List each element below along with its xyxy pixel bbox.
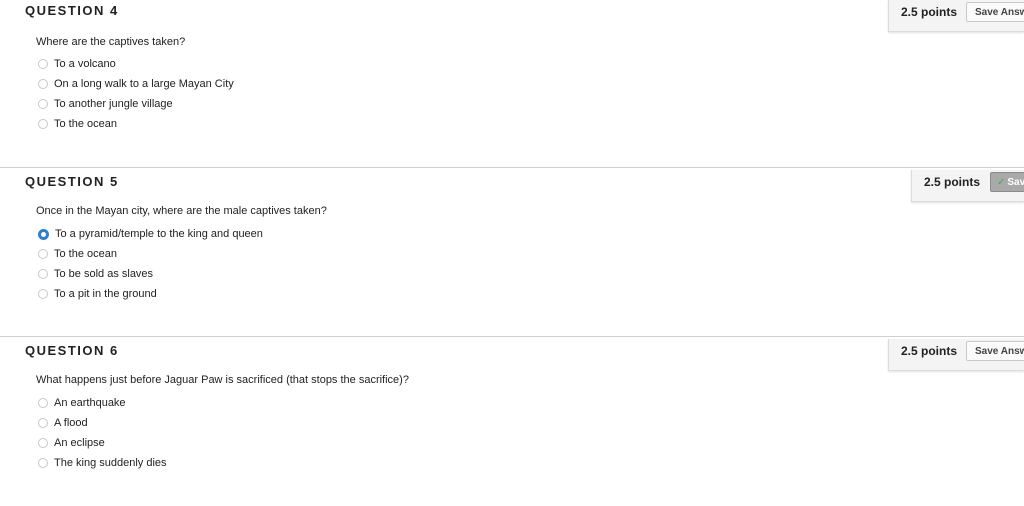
answer-option[interactable]: To be sold as slaves [38, 264, 263, 284]
answer-label: The king suddenly dies [54, 457, 167, 469]
answer-option[interactable]: A flood [38, 413, 167, 433]
radio-button[interactable] [38, 269, 48, 279]
question-title: QUESTION 6 [25, 343, 119, 358]
save-answer-button[interactable]: Save Answer [966, 2, 1024, 22]
answer-options: An earthquake A flood An eclipse The kin… [38, 393, 167, 473]
answer-label: An eclipse [54, 437, 105, 449]
radio-button[interactable] [38, 59, 48, 69]
radio-button[interactable] [38, 249, 48, 259]
answer-label: A flood [54, 417, 88, 429]
answer-label: An earthquake [54, 397, 126, 409]
radio-button[interactable] [38, 418, 48, 428]
radio-button-selected[interactable] [38, 228, 49, 240]
answer-label: To a pyramid/temple to the king and quee… [55, 228, 263, 240]
answer-label: To the ocean [54, 118, 117, 130]
saved-answer-button[interactable]: ✓Saved [990, 172, 1024, 192]
answer-options: To a pyramid/temple to the king and quee… [38, 224, 263, 304]
answer-label: On a long walk to a large Mayan City [54, 78, 234, 90]
answer-option[interactable]: On a long walk to a large Mayan City [38, 74, 234, 94]
radio-button[interactable] [38, 289, 48, 299]
question-title: QUESTION 4 [25, 3, 119, 18]
points-box: 2.5 points Save Answer [888, 0, 1024, 32]
question-title: QUESTION 5 [25, 174, 119, 189]
points-label: 2.5 points [924, 175, 981, 189]
radio-button[interactable] [38, 438, 48, 448]
radio-button[interactable] [38, 79, 48, 89]
save-answer-button[interactable]: Save Answer [966, 341, 1024, 361]
radio-button[interactable] [38, 458, 48, 468]
points-label: 2.5 points [901, 344, 958, 358]
answer-option[interactable]: To a pyramid/temple to the king and quee… [38, 224, 263, 244]
question-text: Once in the Mayan city, where are the ma… [36, 205, 327, 217]
answer-option[interactable]: To a pit in the ground [38, 284, 263, 304]
answer-option[interactable]: To the ocean [38, 114, 234, 134]
answer-label: To a volcano [54, 58, 116, 70]
answer-label: To be sold as slaves [54, 268, 154, 280]
assessment-page: QUESTION 4 2.5 points Save Answer Where … [0, 0, 1024, 506]
answer-label: To a pit in the ground [54, 288, 157, 300]
radio-button[interactable] [38, 119, 48, 129]
question-4: QUESTION 4 2.5 points Save Answer Where … [0, 0, 1024, 170]
radio-button[interactable] [38, 99, 48, 109]
answer-options: To a volcano On a long walk to a large M… [38, 54, 234, 134]
radio-button[interactable] [38, 398, 48, 408]
saved-label: Saved [1007, 177, 1024, 188]
answer-label: To another jungle village [54, 98, 173, 110]
answer-option[interactable]: To the ocean [38, 244, 263, 264]
question-text: What happens just before Jaguar Paw is s… [36, 374, 409, 386]
answer-option[interactable]: To another jungle village [38, 94, 234, 114]
answer-option[interactable]: The king suddenly dies [38, 453, 167, 473]
points-box: 2.5 points ✓Saved [911, 170, 1024, 202]
answer-option[interactable]: An eclipse [38, 433, 167, 453]
points-box: 2.5 points Save Answer [888, 339, 1024, 371]
answer-option[interactable]: To a volcano [38, 54, 234, 74]
question-text: Where are the captives taken? [36, 36, 186, 48]
points-label: 2.5 points [901, 5, 958, 19]
check-icon: ✓ [997, 177, 1006, 188]
question-5: QUESTION 5 2.5 points ✓Saved Once in the… [0, 167, 1024, 338]
answer-option[interactable]: An earthquake [38, 393, 167, 413]
answer-label: To the ocean [54, 248, 117, 260]
question-6: QUESTION 6 2.5 points Save Answer What h… [0, 336, 1024, 506]
